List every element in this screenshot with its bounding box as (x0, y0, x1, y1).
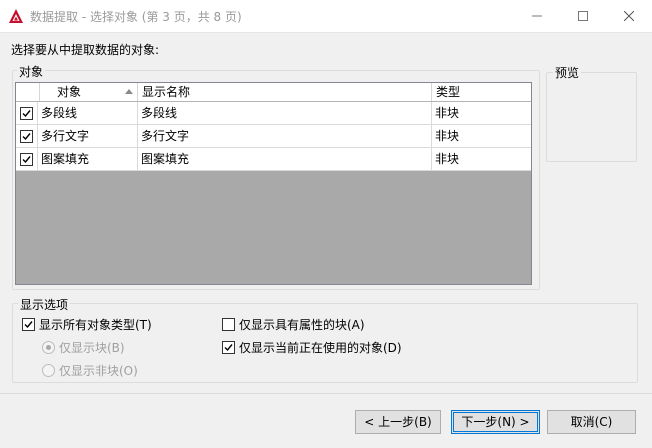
autocad-logo-icon (8, 8, 24, 24)
row-checkbox-cell[interactable] (16, 102, 38, 124)
checkmark-icon (224, 344, 233, 352)
minimize-button[interactable] (514, 0, 560, 32)
previous-button[interactable]: < 上一步(B) (355, 410, 441, 434)
row-type-cell: 非块 (435, 129, 460, 143)
checkmark-icon (22, 133, 31, 141)
blocks-with-attributes-checkbox[interactable] (222, 318, 235, 331)
minimize-icon (532, 15, 542, 17)
column-header-display-name[interactable]: 显示名称 (138, 83, 432, 101)
column-header-type-label: 类型 (436, 85, 461, 99)
row-checkbox-cell[interactable] (16, 148, 38, 170)
objects-in-use-checkbox[interactable] (222, 341, 235, 354)
table-header: 对象 显示名称 类型 (16, 83, 531, 102)
row-display-name-cell[interactable]: 图案填充 (138, 148, 432, 170)
objects-group-legend: 对象 (17, 63, 46, 80)
checkmark-icon (22, 110, 31, 118)
sort-ascending-icon (125, 89, 133, 94)
next-button[interactable]: 下一步(N) > (451, 410, 540, 434)
blocks-only-label: 仅显示块(B) (59, 341, 125, 355)
maximize-icon (578, 11, 588, 21)
show-all-types-checkbox[interactable] (22, 318, 35, 331)
row-display-name-cell[interactable]: 多段线 (138, 102, 432, 124)
show-all-types-label: 显示所有对象类型(T) (39, 318, 152, 332)
cancel-button[interactable]: 取消(C) (547, 410, 636, 434)
non-blocks-only-radio[interactable] (42, 364, 55, 377)
preview-box (546, 72, 637, 162)
display-options-legend: 显示选项 (18, 296, 71, 313)
row-type-cell: 非块 (435, 152, 460, 166)
row-checkbox-cell[interactable] (16, 125, 38, 147)
column-header-object[interactable]: 对象 (40, 83, 138, 101)
table-row[interactable]: 多行文字 多行文字 非块 (16, 125, 531, 148)
row-display-name-cell[interactable]: 多行文字 (138, 125, 432, 147)
column-header-type[interactable]: 类型 (432, 83, 531, 101)
close-icon (624, 11, 634, 21)
row-checkbox[interactable] (20, 130, 33, 143)
objects-table[interactable]: 对象 显示名称 类型 多段线 多段线 非块 多行文字 多行文字 非块 图案填充 … (15, 82, 532, 285)
close-button[interactable] (606, 0, 652, 32)
title-bar: 数据提取 - 选择对象 (第 3 页，共 8 页) (0, 0, 652, 33)
footer-divider (0, 393, 652, 394)
non-blocks-only-label: 仅显示非块(O) (59, 364, 138, 378)
row-object-cell: 多行文字 (38, 125, 138, 147)
checkmark-icon (22, 156, 31, 164)
table-row[interactable]: 多段线 多段线 非块 (16, 102, 531, 125)
objects-in-use-label: 仅显示当前正在使用的对象(D) (239, 341, 402, 355)
row-object-cell: 多段线 (38, 102, 138, 124)
checkmark-icon (24, 321, 33, 329)
maximize-button[interactable] (560, 0, 606, 32)
instruction-label: 选择要从中提取数据的对象: (11, 43, 160, 57)
column-header-object-label: 对象 (57, 85, 82, 99)
row-checkbox[interactable] (20, 107, 33, 120)
preview-legend: 预览 (553, 64, 582, 81)
row-object-cell: 图案填充 (38, 148, 138, 170)
column-header-checkbox[interactable] (16, 83, 40, 101)
row-type-cell: 非块 (435, 106, 460, 120)
blocks-only-radio[interactable] (42, 341, 55, 354)
table-row[interactable]: 图案填充 图案填充 非块 (16, 148, 531, 171)
blocks-with-attributes-label: 仅显示具有属性的块(A) (239, 318, 365, 332)
column-header-display-name-label: 显示名称 (142, 85, 191, 99)
row-checkbox[interactable] (20, 153, 33, 166)
window-title: 数据提取 - 选择对象 (第 3 页，共 8 页) (30, 10, 242, 24)
